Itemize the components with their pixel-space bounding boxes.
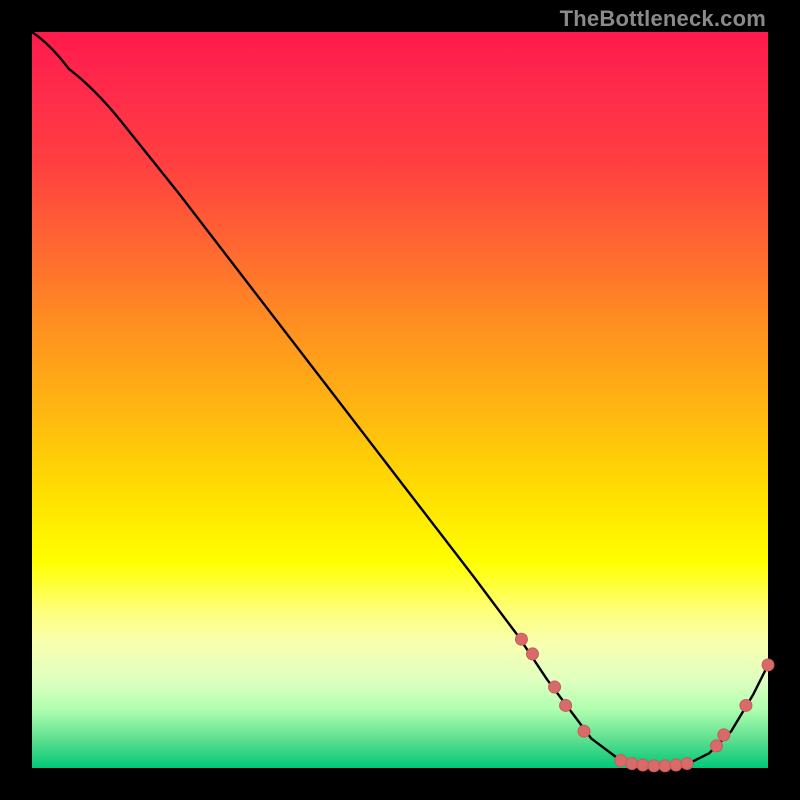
chart-overlay [32,32,768,768]
chart-container: TheBottleneck.com [0,0,800,800]
data-marker [637,759,649,771]
data-marker [578,725,590,737]
data-marker [710,740,722,752]
data-marker [515,633,527,645]
data-marker [659,760,671,772]
data-marker [762,659,774,671]
data-marker [526,648,538,660]
data-marker [615,755,627,767]
data-marker [718,729,730,741]
data-marker [549,681,561,693]
data-marker [648,760,660,772]
plot-area [32,32,768,768]
data-marker [560,699,572,711]
data-marker [670,759,682,771]
data-marker [626,758,638,770]
data-markers [515,633,774,772]
attribution-label: TheBottleneck.com [560,6,766,32]
data-marker [681,758,693,770]
bottleneck-curve [32,32,768,768]
data-marker [740,699,752,711]
